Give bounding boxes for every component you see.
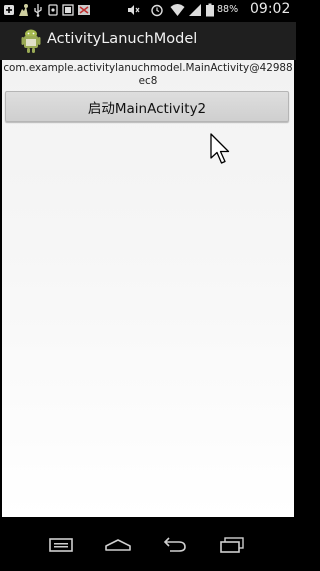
no-sim-icon — [78, 5, 90, 15]
navigation-bar — [0, 517, 296, 571]
back-button[interactable] — [160, 535, 190, 555]
battery-icon — [206, 3, 214, 17]
android-app-icon — [21, 29, 41, 53]
back-icon — [163, 537, 186, 552]
recent-apps-button[interactable] — [217, 535, 247, 555]
battery-percentage: 88% — [217, 4, 239, 15]
image-icon — [62, 4, 74, 16]
action-bar: ActivityLanuchModel — [0, 22, 296, 60]
app-title: ActivityLanuchModel — [47, 31, 198, 47]
activity-instance-text: com.example.activitylanuchmodel.MainActi… — [3, 62, 293, 87]
usb-icon — [34, 4, 42, 17]
signal-icon — [189, 4, 201, 16]
menu-button[interactable] — [46, 535, 76, 555]
mouse-cursor-icon — [210, 133, 230, 164]
wifi-icon — [170, 4, 185, 16]
status-bar: 88% 09:02 — [0, 0, 296, 22]
menu-icon — [49, 538, 73, 552]
android-debug-icon — [19, 4, 28, 16]
home-button[interactable] — [103, 535, 133, 555]
mute-icon — [128, 5, 140, 15]
home-icon — [105, 539, 131, 551]
launch-mainactivity2-button[interactable]: 启动MainActivity2 — [5, 91, 289, 122]
recent-apps-icon — [220, 537, 244, 553]
alarm-icon — [151, 4, 163, 17]
notification-icon — [48, 4, 58, 16]
main-content: com.example.activitylanuchmodel.MainActi… — [2, 60, 294, 517]
status-clock: 09:02 — [250, 1, 291, 17]
add-icon — [4, 5, 14, 15]
phone-screen: 88% 09:02 ActivityLanuchModel com.exampl… — [0, 0, 296, 571]
